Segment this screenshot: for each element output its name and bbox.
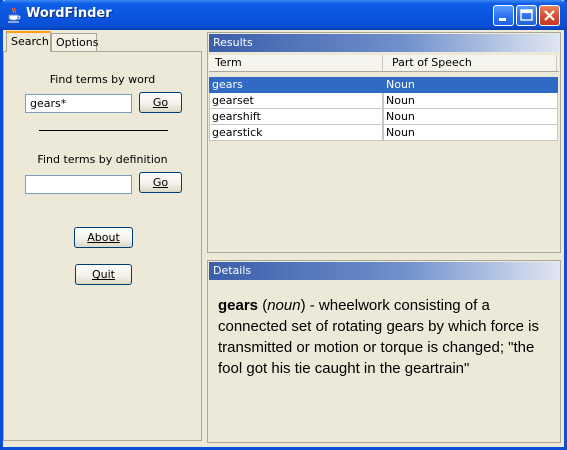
pos-cell: Noun: [383, 93, 558, 109]
tab-options[interactable]: Options: [51, 33, 98, 52]
pos-cell: Noun: [383, 109, 558, 125]
word-go-label: Go: [152, 96, 169, 109]
title-bar[interactable]: WordFinder: [0, 0, 567, 30]
table-row[interactable]: gearset Noun: [209, 93, 558, 109]
results-header: Results: [209, 34, 559, 52]
about-label: About: [87, 231, 120, 244]
minimize-icon: [499, 18, 506, 21]
find-by-definition-label: Find terms by definition: [37, 153, 168, 166]
definition-go-button[interactable]: Go: [139, 172, 182, 193]
tab-search[interactable]: Search: [6, 31, 51, 52]
maximize-button[interactable]: [516, 5, 537, 26]
find-by-word-label: Find terms by word: [49, 73, 156, 86]
quit-label: Quit: [92, 268, 115, 281]
term-cell: gearstick: [209, 125, 383, 141]
close-button[interactable]: [539, 5, 560, 26]
pos-cell: Noun: [383, 77, 558, 93]
word-go-button[interactable]: Go: [139, 92, 182, 113]
term-cell: gearshift: [209, 109, 383, 125]
quit-button[interactable]: Quit: [75, 264, 132, 285]
table-row[interactable]: gearshift Noun: [209, 109, 558, 125]
word-search-input[interactable]: [25, 94, 132, 113]
minimize-button[interactable]: [493, 5, 514, 26]
table-row[interactable]: gearstick Noun: [209, 125, 558, 141]
definition-go-label: Go: [152, 176, 169, 189]
separator: [39, 130, 168, 131]
window-title: WordFinder: [26, 6, 112, 21]
table-row[interactable]: gears Noun: [209, 77, 558, 93]
details-header: Details: [209, 262, 559, 280]
term-cell: gears: [209, 77, 383, 93]
details-term: gears: [218, 297, 259, 314]
results-panel: Results Term Part of Speech gears Noun g…: [207, 32, 561, 253]
pos-cell: Noun: [383, 125, 558, 141]
about-button[interactable]: About: [74, 227, 133, 248]
close-icon: [544, 10, 555, 21]
java-cup-icon: [8, 7, 21, 23]
definition-search-input[interactable]: [25, 175, 132, 194]
maximize-icon: [520, 9, 533, 21]
details-panel: Details gears (noun) - wheelwork consist…: [207, 260, 561, 443]
details-pos: noun: [267, 297, 301, 314]
details-text: gears (noun) - wheelwork consisting of a…: [218, 297, 540, 377]
term-cell: gearset: [209, 93, 383, 109]
results-table-header: Term Part of Speech: [209, 55, 559, 72]
column-header-part-of-speech[interactable]: Part of Speech: [383, 55, 557, 71]
column-header-term[interactable]: Term: [209, 55, 383, 71]
